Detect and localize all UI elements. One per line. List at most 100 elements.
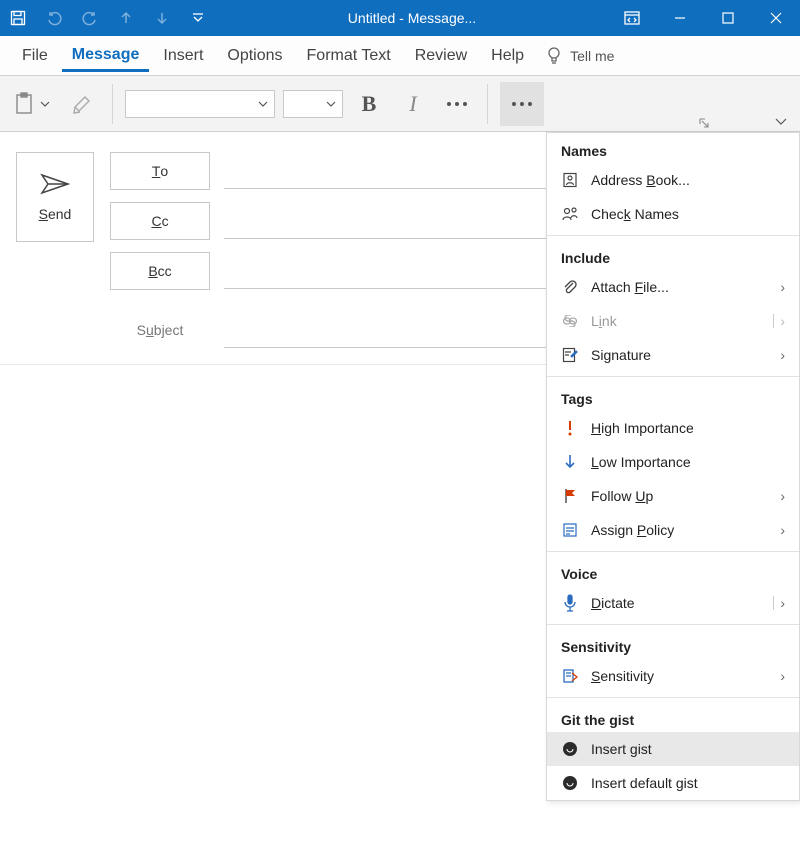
menu-item-address-book[interactable]: Address Book... [547, 163, 799, 197]
tab-message[interactable]: Message [62, 40, 150, 72]
ribbon-overflow-menu: Names Address Book... Check Names Includ… [546, 132, 800, 801]
menu-separator [547, 697, 799, 698]
menu-item-high-importance[interactable]: High Importance [547, 411, 799, 445]
undo-icon [46, 10, 62, 26]
dialog-launcher-button[interactable] [698, 117, 710, 129]
undo-button[interactable] [36, 0, 72, 36]
low-importance-icon [563, 454, 577, 470]
chevron-right-icon: › [780, 347, 785, 363]
focus-mode-icon [624, 11, 640, 25]
chevron-down-bar-icon [192, 12, 204, 24]
lightbulb-icon [546, 46, 562, 66]
prev-item-button[interactable] [108, 0, 144, 36]
qat-customize-button[interactable] [180, 0, 216, 36]
sensitivity-icon [562, 668, 578, 684]
check-names-icon [561, 206, 579, 222]
window-controls [608, 0, 800, 36]
chevron-down-icon [258, 99, 268, 109]
cc-button[interactable]: Cc [110, 202, 210, 240]
menu-label: Signature [591, 347, 768, 363]
menu-heading-voice: Voice [547, 556, 799, 586]
link-icon [562, 315, 578, 327]
minimize-button[interactable] [656, 0, 704, 36]
menu-item-signature[interactable]: Signature › [547, 338, 799, 372]
tab-insert[interactable]: Insert [153, 41, 213, 71]
arrow-down-icon [155, 11, 169, 25]
tab-review[interactable]: Review [405, 41, 477, 71]
save-icon [10, 10, 26, 26]
redo-icon [82, 10, 98, 26]
chevron-right-icon: › [780, 668, 785, 684]
menu-item-insert-gist[interactable]: Insert gist [547, 732, 799, 766]
menu-label: Attach File... [591, 279, 768, 295]
menu-item-sensitivity[interactable]: Sensitivity › [547, 659, 799, 693]
menu-item-low-importance[interactable]: Low Importance [547, 445, 799, 479]
menu-label: Insert default gist [591, 775, 785, 791]
bcc-button[interactable]: Bcc [110, 252, 210, 290]
redo-button[interactable] [72, 0, 108, 36]
menu-heading-names: Names [547, 133, 799, 163]
chevron-down-icon [774, 117, 788, 127]
menu-label: Check Names [591, 206, 785, 222]
next-item-button[interactable] [144, 0, 180, 36]
microphone-icon [563, 594, 577, 612]
send-label: Send [39, 206, 72, 222]
menu-label: Follow Up [591, 488, 768, 504]
menu-item-dictate[interactable]: Dictate › [547, 586, 799, 620]
format-painter-button[interactable] [64, 84, 100, 124]
menu-separator [547, 235, 799, 236]
menu-item-attach-file[interactable]: Attach File... › [547, 270, 799, 304]
tell-me-label: Tell me [570, 48, 614, 64]
ribbon-overflow-button[interactable] [500, 82, 544, 126]
dialog-launcher-icon [698, 117, 710, 129]
menu-label: Link [591, 313, 761, 329]
send-icon [40, 172, 70, 196]
paintbrush-icon [71, 93, 93, 115]
to-button[interactable]: To [110, 152, 210, 190]
menu-separator [547, 551, 799, 552]
font-name-select[interactable] [125, 90, 275, 118]
window-titlebar: Untitled - Message... [0, 0, 800, 36]
menu-item-insert-default-gist[interactable]: Insert default gist [547, 766, 799, 800]
menu-item-follow-up[interactable]: Follow Up › [547, 479, 799, 513]
ribbon-tabs: File Message Insert Options Format Text … [0, 36, 800, 76]
paste-button[interactable] [8, 84, 56, 124]
menu-item-check-names[interactable]: Check Names [547, 197, 799, 231]
high-importance-icon [566, 420, 574, 436]
tab-options[interactable]: Options [217, 41, 292, 71]
font-size-select[interactable] [283, 90, 343, 118]
flag-icon [563, 488, 577, 504]
quick-access-toolbar [0, 0, 216, 36]
send-button[interactable]: Send [16, 152, 94, 242]
menu-heading-gist: Git the gist [547, 702, 799, 732]
window-title: Untitled - Message... [216, 0, 608, 36]
arrow-up-icon [119, 11, 133, 25]
save-button[interactable] [0, 0, 36, 36]
signature-icon [562, 347, 578, 363]
tab-help[interactable]: Help [481, 41, 534, 71]
chevron-right-icon: › [780, 313, 785, 329]
gist-icon [562, 741, 578, 757]
tab-file[interactable]: File [12, 41, 58, 71]
font-more-button[interactable] [439, 84, 475, 124]
focus-mode-button[interactable] [608, 0, 656, 36]
menu-item-assign-policy[interactable]: Assign Policy › [547, 513, 799, 547]
menu-label: High Importance [591, 420, 785, 436]
close-button[interactable] [752, 0, 800, 36]
menu-label: Low Importance [591, 454, 785, 470]
bold-button[interactable]: B [351, 84, 387, 124]
tab-format-text[interactable]: Format Text [297, 41, 401, 71]
menu-label: Assign Policy [591, 522, 768, 538]
menu-label: Sensitivity [591, 668, 768, 684]
tell-me-search[interactable]: Tell me [546, 46, 614, 66]
menu-separator [547, 376, 799, 377]
chevron-right-icon: › [780, 488, 785, 504]
menu-item-link: Link › [547, 304, 799, 338]
maximize-button[interactable] [704, 0, 752, 36]
italic-button[interactable]: I [395, 84, 431, 124]
separator [112, 84, 113, 124]
menu-heading-sensitivity: Sensitivity [547, 629, 799, 659]
chevron-right-icon: › [780, 279, 785, 295]
chevron-right-icon: › [780, 522, 785, 538]
collapse-ribbon-button[interactable] [774, 117, 788, 127]
